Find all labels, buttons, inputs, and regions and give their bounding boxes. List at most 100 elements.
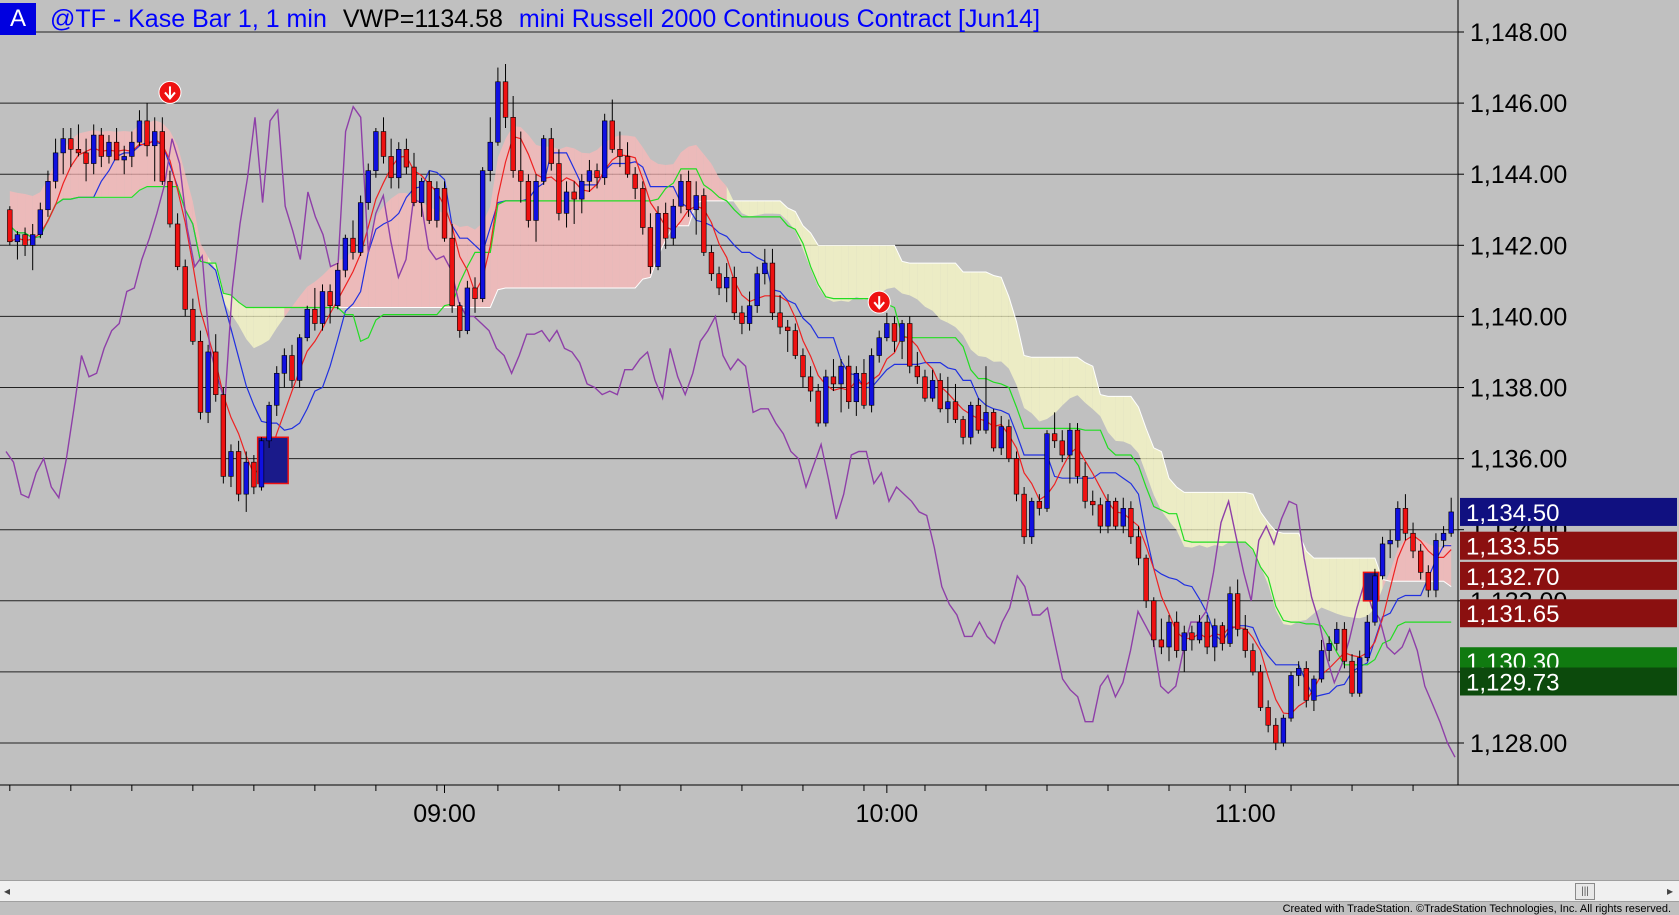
candle-body [1273, 724, 1279, 744]
candle-body [868, 355, 875, 406]
candle-body [777, 312, 783, 328]
candle-body [342, 237, 349, 271]
scroll-left-arrow-icon[interactable]: ◂ [4, 881, 10, 901]
cloud-segment [833, 245, 842, 302]
candle-body [1425, 572, 1431, 591]
candle-body [960, 419, 966, 438]
candle-body [1402, 508, 1409, 534]
candle-body [731, 276, 737, 314]
candle-body [304, 308, 310, 339]
candle-body [754, 273, 760, 307]
x-tick-label: 10:00 [856, 800, 919, 828]
candle-body [373, 131, 379, 171]
candle-body [1311, 678, 1317, 701]
price-axis: 1,128.001,130.001,132.001,134.001,136.00… [1458, 19, 1677, 758]
cloud-segment [993, 275, 1002, 362]
candle-body [1349, 660, 1355, 694]
cloud-segment [1054, 357, 1063, 414]
scroll-thumb[interactable]: ||| [1575, 883, 1595, 900]
cloud-segment [1344, 558, 1353, 618]
cloud-segment [757, 200, 765, 216]
cloud-segment [909, 263, 918, 300]
y-tick-label: 1,138.00 [1470, 375, 1567, 403]
candle-body [609, 120, 615, 150]
y-tick-label: 1,140.00 [1470, 303, 1567, 331]
candle-body [136, 120, 143, 143]
cloud-segment [985, 271, 994, 362]
candle-body [441, 188, 448, 239]
candle-body [525, 181, 532, 221]
candle-body [1181, 632, 1187, 651]
candle-body [891, 323, 898, 342]
cloud-segment [1230, 492, 1238, 543]
candle-body [563, 191, 570, 214]
cloud-segment [1115, 396, 1124, 442]
candle-body [258, 440, 265, 488]
candle-body [1379, 543, 1386, 577]
candle-body [1227, 593, 1233, 644]
candle-body [1067, 429, 1073, 456]
candle-body [457, 305, 463, 331]
candle-body [1166, 621, 1172, 648]
candle-body [152, 131, 158, 147]
candle-body [1303, 668, 1309, 701]
cloud-segment [947, 263, 956, 328]
scroll-right-arrow-icon[interactable]: ▸ [1667, 881, 1673, 901]
cloud-segment [25, 194, 33, 239]
candle-body [396, 149, 402, 179]
price-label-text: 1,133.55 [1466, 534, 1559, 561]
candle-body [815, 390, 821, 424]
chart-badge[interactable]: A [0, 3, 36, 35]
cloud-segment [1443, 543, 1452, 587]
candle-body [1059, 440, 1065, 456]
candle-body [876, 337, 882, 356]
candle-body [1021, 493, 1027, 538]
candle-body [495, 81, 501, 143]
cloud-segment [1085, 362, 1093, 410]
candle-body [937, 380, 943, 410]
candle-body [380, 131, 387, 157]
cloud-segment [253, 307, 262, 349]
cloud-segment [1077, 357, 1086, 403]
cloud-segment [1024, 355, 1032, 414]
candle-body [1135, 536, 1142, 559]
candle-body [502, 81, 509, 118]
candle-body [792, 330, 798, 356]
candle-body [670, 205, 676, 239]
candle-body [1387, 540, 1393, 545]
horizontal-scrollbar[interactable]: ◂ ||| ▸ [0, 880, 1679, 902]
cloud-segment [772, 200, 781, 215]
candle-body [1143, 557, 1149, 602]
candle-body [853, 372, 859, 403]
candle-body [197, 340, 204, 413]
cloud-segment [848, 245, 857, 302]
candle-body [129, 141, 135, 157]
cloud-segment [429, 206, 437, 308]
cloud-segment [1306, 551, 1314, 620]
cloud-segment [1245, 492, 1253, 551]
cloud-segment [1031, 357, 1040, 422]
cloud-segment [978, 271, 986, 358]
candle-body [274, 372, 280, 406]
candle-body [1280, 717, 1287, 744]
cloud-segment [1069, 357, 1078, 399]
candle-body [312, 308, 318, 324]
candle-body [83, 152, 89, 164]
candle-body [434, 188, 440, 221]
chart-area[interactable]: 1,128.001,130.001,132.001,134.001,136.00… [0, 0, 1679, 915]
candle-body [68, 138, 74, 150]
candle-body [1265, 707, 1271, 726]
cloud-segment [924, 263, 933, 311]
price-chart[interactable]: 1,128.001,130.001,132.001,134.001,136.00… [0, 0, 1679, 880]
candle-body [144, 120, 150, 147]
candle-body [1364, 621, 1370, 658]
candle-body [1158, 639, 1165, 648]
candle-body [769, 262, 776, 314]
candle-body [182, 266, 188, 310]
cloud-segment [574, 148, 582, 288]
cloud-segment [955, 263, 964, 336]
candle-body [1090, 500, 1096, 506]
candle-body [1051, 433, 1058, 442]
candle-body [174, 223, 181, 267]
candle-body [739, 312, 745, 324]
